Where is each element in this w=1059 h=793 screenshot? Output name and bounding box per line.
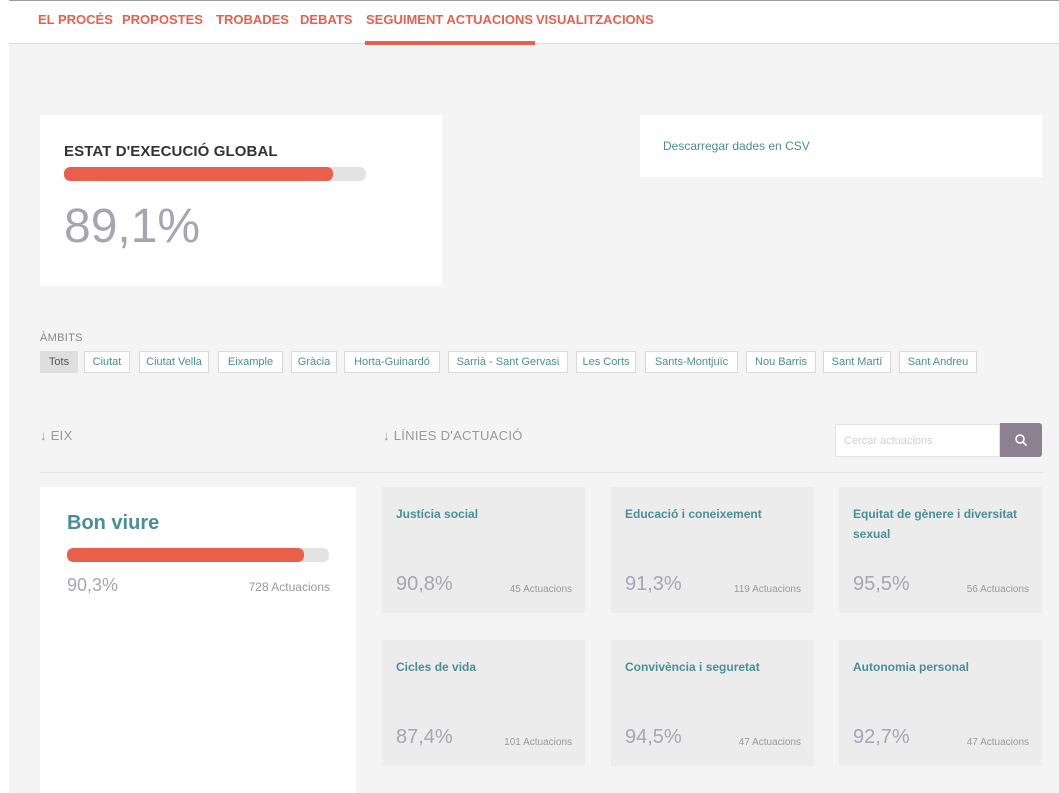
filter-ciutat[interactable]: Ciutat [84,351,130,373]
line-card-justicia-social[interactable]: Justícia social 90,8% 45 Actuacions [382,487,585,613]
line-card-equitat-genere[interactable]: Equitat de gènere i diversitat sexual 95… [839,487,1042,613]
filter-sants-montjuic[interactable]: Sants-Montjuïc [645,351,738,373]
nav-item-visualitzacions[interactable]: VISUALITZACIONS [536,12,654,27]
line-count: 47 Actuacions [738,737,801,748]
csv-card: Descarregar dades en CSV [640,115,1042,177]
line-card-convivencia-seguretat[interactable]: Convivència i seguretat 94,5% 47 Actuaci… [611,640,814,766]
line-title: Autonomia personal [853,660,970,674]
line-percent: 94,5% [625,726,682,748]
line-percent: 92,7% [853,726,910,748]
filter-sant-andreu[interactable]: Sant Andreu [899,351,977,373]
filter-tots[interactable]: Tots [40,351,78,373]
search-button[interactable] [1000,423,1042,457]
nav-item-trobades[interactable]: TROBADES [216,12,289,27]
line-title: Justícia social [396,507,479,521]
line-percent: 91,3% [625,573,682,595]
line-count: 56 Actuacions [966,584,1029,595]
eix-percent: 90,3% [67,575,119,595]
page-left-edge [0,0,9,793]
line-title: Educació i coneixement [625,507,762,521]
linies-actuacio-header: ↓ LÍNIES D'ACTUACIÓ [383,428,523,443]
eix-progress-fill [67,548,304,562]
line-count: 45 Actuacions [509,584,572,595]
global-status-title: ESTAT D'EXECUCIÓ GLOBAL [64,143,278,160]
top-navigation: EL PROCÉS PROPOSTES TROBADES DEBATS SEGU… [9,0,1059,45]
eix-card[interactable]: Bon viure 90,3% 728 Actuacions [40,487,356,793]
global-progress-bar [64,167,366,181]
search-input[interactable] [835,424,1000,457]
line-count: 101 Actuacions [504,737,572,748]
nav-item-seguiment-actuacions[interactable]: SEGUIMENT ACTUACIONS [366,12,533,27]
nav-item-propostes[interactable]: PROPOSTES [122,12,203,27]
filter-nou-barris[interactable]: Nou Barris [746,351,816,373]
line-title: Cicles de vida [396,660,477,674]
filter-les-corts[interactable]: Les Corts [576,351,636,373]
line-percent: 87,4% [396,726,453,748]
section-divider [40,472,1042,473]
filter-sarria-sant-gervasi[interactable]: Sarrià - Sant Gervasi [448,351,568,373]
nav-item-el-proces[interactable]: EL PROCÉS [38,12,113,27]
line-percent: 90,8% [396,573,453,595]
eix-progress-bar [67,548,329,562]
global-percent: 89,1% [64,200,201,253]
global-progress-fill [64,167,334,181]
ambits-label: ÀMBITS [40,332,83,344]
filter-eixample[interactable]: Eixample [218,351,283,373]
global-status-card: ESTAT D'EXECUCIÓ GLOBAL 89,1% [40,115,442,286]
line-count: 119 Actuacions [733,584,801,595]
filter-gracia[interactable]: Gràcia [291,351,337,373]
line-count: 47 Actuacions [966,737,1029,748]
line-title: Equitat de gènere i diversitat sexual [853,507,1018,541]
line-card-educacio-coneixement[interactable]: Educació i coneixement 91,3% 119 Actuaci… [611,487,814,613]
download-csv-link[interactable]: Descarregar dades en CSV [663,139,810,153]
line-percent: 95,5% [853,573,910,595]
line-card-autonomia-personal[interactable]: Autonomia personal 92,7% 47 Actuacions [839,640,1042,766]
filter-ciutat-vella[interactable]: Ciutat Vella [139,351,209,373]
filter-horta-guinardo[interactable]: Horta-Guinardó [344,351,440,373]
filter-sant-marti[interactable]: Sant Martí [823,351,891,373]
line-card-cicles-de-vida[interactable]: Cicles de vida 87,4% 101 Actuacions [382,640,585,766]
nav-item-debats[interactable]: DEBATS [300,12,352,27]
eix-count: 728 Actuacions [248,580,330,594]
eix-title: Bon viure [67,512,160,534]
active-tab-indicator [365,41,535,45]
search-icon [1015,434,1027,446]
line-title: Convivència i seguretat [625,660,760,674]
eix-header: ↓ EIX [40,428,73,443]
